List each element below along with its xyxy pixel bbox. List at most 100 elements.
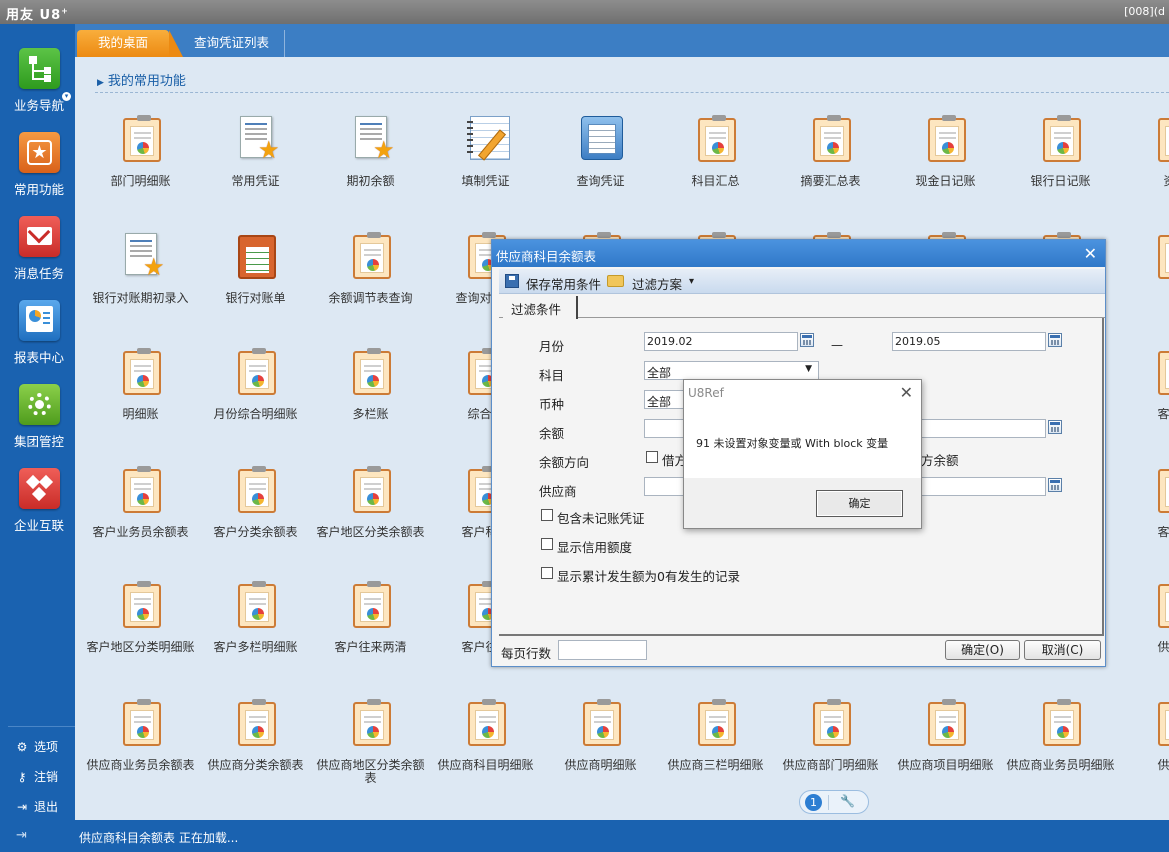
chevron-down-icon[interactable]: ▾ [689, 276, 694, 287]
dialog-footer: 每页行数 确定(O) 取消(C) [499, 638, 1105, 666]
page-number-button[interactable]: 1 [805, 794, 822, 811]
app-titlebar: 用友 U8+ [008](d [0, 0, 1169, 24]
function-label: 供应商 [1157, 759, 1169, 772]
clipboard-chart-icon [811, 114, 853, 162]
function-label: 客户分 [1157, 526, 1169, 539]
bank-statement-icon [236, 231, 278, 279]
folder-icon [607, 275, 624, 287]
cancel-button[interactable]: 取消(C) [1024, 640, 1101, 660]
tab-bar: 我的桌面 查询凭证列表 [75, 24, 1169, 57]
nav-business[interactable]: ▾ 业务导航 [0, 48, 75, 132]
clipboard-chart-icon [926, 114, 968, 162]
tab-voucher-list[interactable]: 查询凭证列表 [179, 30, 285, 57]
clipboard-chart-icon [351, 465, 393, 513]
show-credit-limit-label: 显示信用额度 [557, 540, 633, 555]
report-center-icon [19, 300, 60, 341]
logout-label: 注销 [34, 770, 59, 784]
tab-filter-conditions[interactable]: 过滤条件 [503, 296, 578, 319]
clipboard-chart-icon [1156, 347, 1169, 395]
nav-messages[interactable]: 消息任务 [0, 216, 75, 300]
show-zero-records-label: 显示累计发生额为0有发生的记录 [557, 569, 740, 584]
subject-select[interactable]: 全部 ▼ [644, 361, 819, 380]
function-label: 供应商地区分类余额表 [316, 759, 425, 785]
function-label: 期初余额 [346, 175, 395, 188]
debit-checkbox[interactable] [646, 451, 658, 463]
balance-from-input[interactable] [644, 419, 684, 438]
nav-favorites[interactable]: ★ 常用功能 [0, 132, 75, 216]
function-label: 客户地区分类明细账 [86, 641, 195, 654]
wrench-icon[interactable]: 🔧 [840, 794, 855, 808]
divider [8, 726, 75, 727]
key-icon: ⚷ [17, 770, 27, 784]
currency-select[interactable]: 全部 [644, 390, 684, 409]
calendar-icon[interactable] [800, 333, 814, 347]
logout-link[interactable]: ⚷ 注销 [14, 768, 74, 788]
exit-link[interactable]: ⇥ 退出 [14, 798, 74, 818]
function-label: 供应商三栏明细账 [667, 759, 764, 772]
nav-reports[interactable]: 报表中心 [0, 300, 75, 384]
app-logo: 用友 U8+ [6, 6, 69, 23]
show-credit-limit-checkbox[interactable] [541, 538, 553, 550]
document-star-icon: ★ [121, 231, 165, 279]
nav-label: 报表中心 [13, 350, 64, 365]
clipboard-chart-icon [1156, 114, 1169, 162]
supplier-from-input[interactable] [644, 477, 684, 496]
nav-enterprise[interactable]: 企业互联 [0, 468, 75, 552]
triangle-right-icon: ▶ [97, 78, 104, 88]
enterprise-link-icon [19, 468, 60, 509]
message-envelope-icon [19, 216, 60, 257]
collapse-icon[interactable]: ⇥ [16, 828, 27, 843]
nav-label: 企业互联 [13, 518, 64, 533]
ok-button[interactable]: 确定 [816, 490, 903, 517]
supplier-label: 供应商 [539, 484, 577, 499]
balance-label: 余额 [539, 426, 565, 441]
function-label: 现金日记账 [915, 175, 976, 188]
nav-label: 常用功能 [13, 182, 64, 197]
function-label: 客户项 [1157, 408, 1169, 421]
lookup-icon[interactable] [1048, 478, 1062, 492]
function-label: 多栏账 [352, 408, 389, 421]
clipboard-chart-icon [121, 580, 163, 628]
balance-to-input[interactable] [921, 419, 1046, 438]
ok-button[interactable]: 确定(O) [945, 640, 1020, 660]
month-from-input[interactable]: 2019.02 [644, 332, 798, 351]
function-label: 银行日记账 [1030, 175, 1091, 188]
error-message-text: 91 未设置对象变量或 With block 变量 [696, 437, 889, 450]
close-icon[interactable]: ✕ [1084, 244, 1097, 263]
include-unposted-checkbox[interactable] [541, 509, 553, 521]
function-label: 月份综合明细账 [213, 408, 298, 421]
close-icon[interactable]: ✕ [900, 383, 913, 402]
rows-per-page-input[interactable] [558, 640, 647, 660]
options-link[interactable]: ⚙ 选项 [14, 738, 74, 758]
filter-plan-button[interactable]: 过滤方案 [632, 274, 682, 293]
calendar-icon[interactable] [1048, 333, 1062, 347]
clipboard-chart-icon [1041, 698, 1083, 746]
function-label: 明细账 [122, 408, 159, 421]
section-title[interactable]: ▶ 我的常用功能 [97, 70, 186, 89]
document-star-icon: ★ [351, 114, 395, 162]
nav-group-control[interactable]: 集团管控 [0, 384, 75, 468]
range-dash: — [831, 338, 843, 352]
subject-value: 全部 [647, 366, 672, 380]
supplier-to-input[interactable] [921, 477, 1046, 496]
function-label: 供应商分类余额表 [207, 759, 304, 772]
dialog-titlebar[interactable]: 供应商科目余额表 ✕ [492, 240, 1105, 267]
tab-my-desktop[interactable]: 我的桌面 [77, 30, 183, 57]
function-label: 客户多栏明细账 [213, 641, 298, 654]
save-disk-icon [505, 274, 519, 288]
clipboard-chart-icon [696, 114, 738, 162]
business-nav-icon [19, 48, 60, 89]
clipboard-chart-icon [121, 465, 163, 513]
month-to-input[interactable]: 2019.05 [892, 332, 1046, 351]
show-zero-records-checkbox[interactable] [541, 567, 553, 579]
left-navigation: ▾ 业务导航 ★ 常用功能 消息任务 报表中心 集团管控 企业互联 ⚙ 选项 ⚷… [0, 24, 75, 820]
calculator-icon[interactable] [1048, 420, 1062, 434]
exit-label: 退出 [34, 800, 59, 814]
clipboard-chart-icon [236, 347, 278, 395]
user-info: [008](d [1124, 5, 1165, 18]
document-star-icon: ★ [236, 114, 280, 162]
save-common-conditions-button[interactable]: 保存常用条件 [526, 274, 601, 293]
message-footer: 确定 [684, 478, 921, 528]
credit-balance-label: 方余额 [921, 453, 959, 468]
currency-label: 币种 [539, 397, 565, 412]
